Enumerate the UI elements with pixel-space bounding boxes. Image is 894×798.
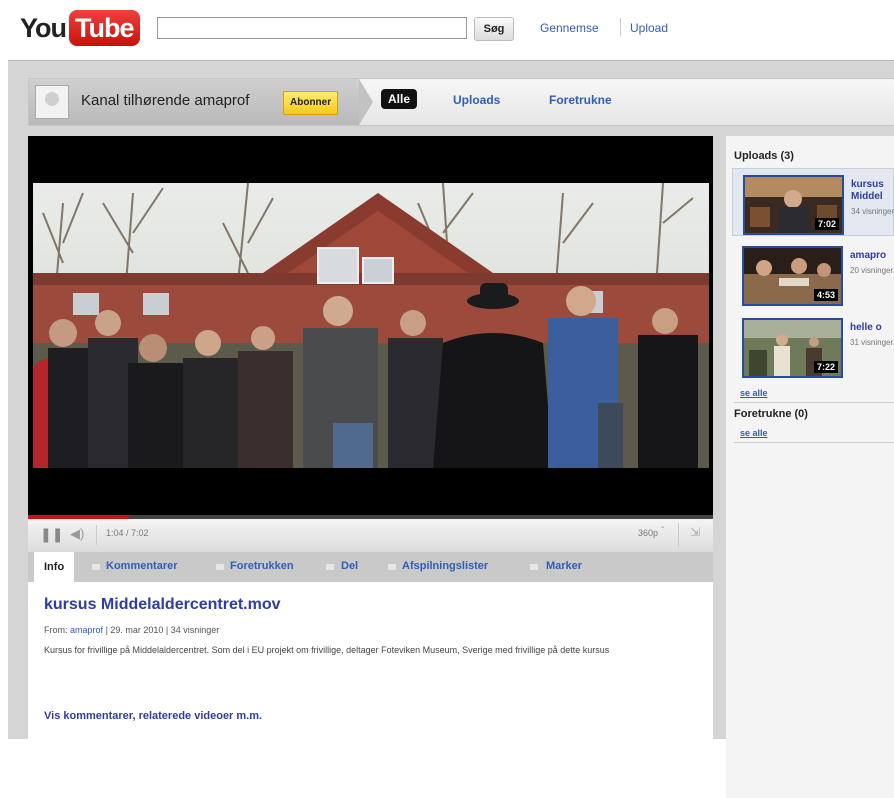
controls-divider — [96, 525, 97, 545]
duration-badge: 7:22 — [813, 361, 838, 373]
tab-bullet-icon — [92, 564, 100, 570]
upload-title[interactable]: amapro — [850, 250, 894, 262]
duration-badge: 7:02 — [814, 218, 839, 230]
tab-bullet-icon — [530, 564, 538, 570]
browse-link[interactable]: Gennemse — [540, 21, 599, 35]
tab-uploads[interactable]: Uploads — [453, 93, 500, 107]
uploader-link[interactable]: amaprof — [70, 625, 103, 635]
duration-badge: 4:53 — [813, 289, 838, 301]
sidebar-divider — [734, 402, 894, 403]
show-more-link[interactable]: Vis kommentarer, relaterede videoer m.m. — [44, 710, 262, 722]
tab-bullet-icon — [326, 564, 334, 570]
tab-afspilningslister[interactable]: Afspilningslister — [402, 560, 488, 572]
search-input[interactable] — [157, 17, 467, 39]
channel-sidebar: Uploads (3) 7:02 kursus Middel 34 visnin… — [726, 136, 894, 798]
sidebar-divider — [734, 442, 894, 443]
volume-icon[interactable]: ◀) — [70, 526, 84, 542]
upload-title[interactable]: helle o — [850, 322, 894, 334]
upload-list-item[interactable]: 7:02 kursus Middel 34 visninger — [732, 168, 894, 236]
time-display: 1:04 / 7:02 — [106, 528, 149, 538]
video-thumbnail[interactable]: 7:02 — [743, 175, 844, 235]
see-all-uploads-link[interactable]: se alle — [740, 388, 768, 398]
video-frame[interactable] — [33, 183, 709, 468]
tab-marker[interactable]: Marker — [546, 560, 582, 572]
meta-from-label: From: — [44, 625, 68, 635]
channel-header: Kanal tilhørende amaprof Abonner Alle Up… — [28, 78, 894, 126]
top-link-divider — [620, 18, 621, 36]
video-title[interactable]: kursus Middelaldercentret.mov — [44, 596, 281, 614]
tab-bullet-icon — [216, 564, 224, 570]
avatar[interactable] — [35, 85, 69, 119]
see-all-favorites-link[interactable]: se alle — [740, 428, 768, 438]
upload-list-item[interactable]: 7:22 helle o 31 visninger — [732, 312, 894, 380]
favorites-heading: Foretrukne (0) — [734, 408, 808, 420]
upload-views: 31 visninger — [850, 338, 894, 347]
controls-divider — [678, 523, 679, 547]
top-bar: You Tube Søg Gennemse Upload — [0, 0, 894, 60]
upload-views: 34 visninger — [851, 207, 894, 216]
tab-foretrukne[interactable]: Foretrukne — [549, 93, 612, 107]
subscribe-button[interactable]: Abonner — [283, 91, 339, 115]
logo-you-text: You — [20, 12, 67, 43]
video-thumbnail[interactable]: 4:53 — [742, 246, 843, 306]
player-controls: ❚❚ ◀) 1:04 / 7:02 360p ˆ ⇲ — [28, 519, 713, 553]
tab-foretrukken[interactable]: Foretrukken — [230, 560, 294, 572]
upload-link[interactable]: Upload — [630, 21, 668, 35]
fullscreen-icon[interactable]: ⇲ — [690, 525, 700, 539]
video-thumbnail[interactable]: 7:22 — [742, 318, 843, 378]
video-info-tabs: Info Kommentarer Foretrukken Del Afspiln… — [28, 552, 713, 582]
upload-views: 20 visninger — [850, 266, 894, 275]
video-player[interactable] — [28, 136, 713, 547]
video-info-panel: kursus Middelaldercentret.mov From: amap… — [28, 582, 713, 798]
tab-del[interactable]: Del — [341, 560, 358, 572]
quality-chevron-icon[interactable]: ˆ — [661, 526, 664, 537]
owner-arrow-shape — [359, 79, 373, 125]
meta-date-views: | 29. mar 2010 | 34 visninger — [105, 625, 220, 635]
uploads-heading: Uploads (3) — [734, 150, 794, 162]
youtube-logo[interactable]: You Tube — [20, 10, 140, 46]
channel-owner-block: Kanal tilhørende amaprof Abonner — [29, 79, 359, 125]
channel-content: Kanal tilhørende amaprof Abonner Alle Up… — [8, 60, 894, 798]
pause-icon[interactable]: ❚❚ — [40, 526, 63, 543]
search-button[interactable]: Søg — [474, 17, 514, 41]
logo-tube-text: Tube — [69, 10, 140, 46]
tab-bullet-icon — [388, 564, 396, 570]
upload-title[interactable]: kursus Middel — [851, 179, 894, 203]
upload-list-item[interactable]: 4:53 amapro 20 visninger — [732, 240, 894, 308]
video-meta: From: amaprof | 29. mar 2010 | 34 visnin… — [44, 625, 219, 635]
video-description: Kursus for frivillige på Middelaldercent… — [44, 645, 610, 655]
tab-kommentarer[interactable]: Kommentarer — [106, 560, 178, 572]
tab-alle[interactable]: Alle — [381, 89, 418, 109]
channel-owner-label[interactable]: Kanal tilhørende amaprof — [81, 92, 249, 109]
tab-info[interactable]: Info — [34, 552, 75, 582]
quality-selector[interactable]: 360p — [638, 528, 658, 538]
video-scene-image — [33, 183, 709, 468]
